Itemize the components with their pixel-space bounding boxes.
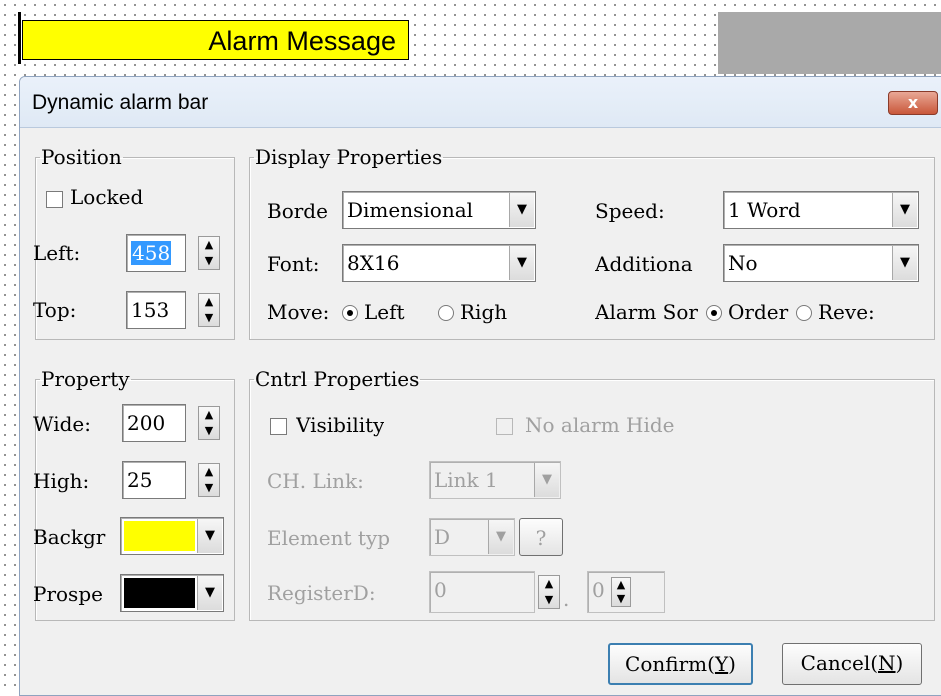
alarm-bar-preview[interactable]: Alarm Message	[22, 20, 409, 60]
cntrl-properties-legend: Cntrl Properties	[255, 367, 420, 391]
confirm-prefix: Confirm(	[625, 652, 715, 676]
confirm-button[interactable]: Confirm(Y)	[608, 643, 753, 685]
move-left-radio[interactable]	[342, 305, 358, 321]
top-value: 153	[131, 298, 170, 322]
no-alarm-hide-checkbox[interactable]	[496, 418, 513, 435]
additional-label: Additiona	[595, 252, 693, 276]
left-label: Left:	[33, 241, 81, 265]
font-value: 8X16	[347, 251, 400, 275]
chevron-down-icon[interactable]: ▼	[488, 520, 513, 554]
high-input[interactable]: 25	[122, 461, 186, 499]
sort-order-radio[interactable]	[706, 305, 722, 321]
element-type-select[interactable]: D ▼	[429, 518, 515, 556]
speed-label: Speed:	[595, 199, 665, 223]
move-right-radio[interactable]	[438, 305, 454, 321]
cancel-hotkey: N	[878, 651, 896, 675]
chevron-down-icon[interactable]: ▼	[509, 193, 534, 227]
chevron-down-icon[interactable]: ▼	[509, 246, 534, 280]
cancel-button[interactable]: Cancel(N)	[782, 643, 922, 685]
visibility-checkbox[interactable]	[270, 418, 287, 435]
confirm-hotkey: Y	[714, 652, 729, 676]
prospect-color-select[interactable]: ▼	[120, 574, 224, 612]
font-select[interactable]: 8X16 ▼	[342, 244, 536, 282]
move-label: Move:	[267, 300, 330, 324]
sort-order-label: Order	[728, 300, 789, 324]
speed-select[interactable]: 1 Word ▼	[723, 191, 919, 229]
left-input[interactable]: 458	[126, 234, 186, 272]
locked-label: Locked	[70, 185, 144, 209]
sort-reverse-radio[interactable]	[796, 305, 812, 321]
canvas-gray-area	[718, 12, 941, 74]
move-left-label: Left	[364, 300, 405, 324]
additional-value: No	[728, 251, 758, 275]
alarm-sort-label: Alarm Sor	[595, 300, 698, 324]
left-spinner[interactable]: ▲ ▼	[198, 236, 220, 270]
high-value: 25	[127, 468, 153, 492]
wide-spinner[interactable]: ▲ ▼	[198, 406, 220, 440]
element-type-help-button[interactable]: ?	[519, 518, 563, 556]
property-legend: Property	[41, 367, 130, 391]
background-color-swatch	[124, 521, 195, 551]
ch-link-label: CH. Link:	[267, 469, 364, 493]
visibility-label: Visibility	[296, 413, 385, 437]
prospect-color-label: Prospe	[33, 582, 103, 606]
locked-checkbox[interactable]	[46, 191, 63, 208]
high-label: High:	[33, 469, 90, 493]
border-value: Dimensional	[347, 198, 474, 222]
sort-reverse-label: Reve:	[818, 300, 875, 324]
register-separator: .	[563, 587, 570, 611]
register-label: RegisterD:	[267, 581, 376, 605]
chevron-down-icon[interactable]: ▼	[534, 463, 559, 497]
dynamic-alarm-bar-dialog: Dynamic alarm bar x Position Locked Left…	[19, 76, 941, 696]
help-icon: ?	[535, 526, 547, 550]
top-spinner[interactable]: ▲ ▼	[198, 293, 220, 327]
chevron-down-icon[interactable]: ▼	[892, 193, 917, 227]
top-label: Top:	[33, 298, 77, 322]
speed-value: 1 Word	[728, 198, 801, 222]
register-bit-spinner[interactable]: ▲ ▼	[611, 577, 631, 607]
element-type-label: Element typ	[267, 526, 391, 550]
no-alarm-hide-label: No alarm Hide	[525, 413, 675, 437]
wide-label: Wide:	[33, 412, 91, 436]
register-value: 0	[434, 578, 447, 602]
additional-select[interactable]: No ▼	[723, 244, 919, 282]
chevron-down-icon[interactable]: ▼	[197, 576, 222, 610]
prospect-color-swatch	[124, 578, 195, 608]
background-color-select[interactable]: ▼	[120, 517, 224, 555]
move-right-label: Righ	[460, 300, 508, 324]
register-bit-value: 0	[592, 578, 605, 602]
element-type-value: D	[434, 525, 451, 549]
close-icon: x	[907, 93, 919, 112]
ch-link-value: Link 1	[434, 468, 498, 492]
chevron-down-icon[interactable]: ▼	[892, 246, 917, 280]
wide-input[interactable]: 200	[122, 404, 186, 442]
border-select[interactable]: Dimensional ▼	[342, 191, 536, 229]
background-color-label: Backgr	[33, 525, 106, 549]
position-legend: Position	[41, 145, 122, 169]
high-spinner[interactable]: ▲ ▼	[198, 463, 220, 497]
chevron-down-icon[interactable]: ▼	[197, 519, 222, 553]
ch-link-select[interactable]: Link 1 ▼	[429, 461, 561, 499]
confirm-suffix: )	[728, 652, 736, 676]
dialog-title: Dynamic alarm bar	[32, 91, 209, 114]
left-value: 458	[131, 241, 172, 265]
dialog-titlebar[interactable]: Dynamic alarm bar x	[20, 77, 941, 128]
wide-value: 200	[127, 411, 166, 435]
display-properties-legend: Display Properties	[255, 145, 443, 169]
register-spinner[interactable]: ▲ ▼	[538, 575, 560, 609]
cancel-prefix: Cancel(	[800, 651, 879, 675]
selection-marker	[18, 12, 21, 64]
top-input[interactable]: 153	[126, 291, 186, 329]
font-label: Font:	[267, 252, 320, 276]
cancel-suffix: )	[895, 651, 904, 675]
border-label: Borde	[267, 199, 328, 223]
register-input[interactable]: 0	[429, 571, 535, 613]
close-button[interactable]: x	[888, 91, 938, 115]
